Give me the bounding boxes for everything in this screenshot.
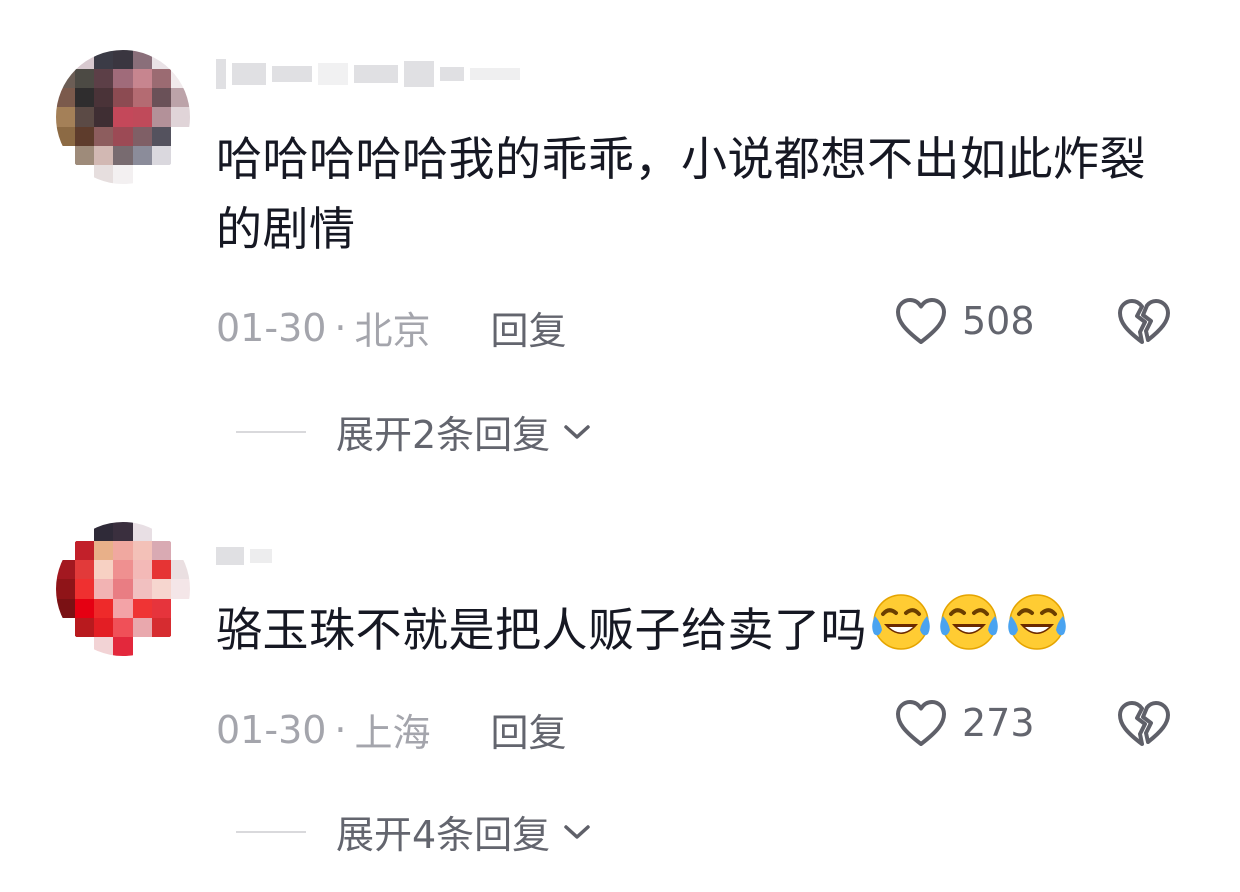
laughing-crying-emoji xyxy=(1008,594,1066,650)
broken-heart-icon xyxy=(1118,701,1170,746)
comment-meta: 01-30 · 上海 回复 xyxy=(216,702,567,757)
dislike-button[interactable] xyxy=(1116,698,1172,750)
laughing-crying-emoji xyxy=(872,594,930,650)
meta-separator: · xyxy=(334,707,347,752)
broken-heart-icon xyxy=(1118,299,1170,344)
avatar[interactable] xyxy=(56,50,190,184)
meta-separator: · xyxy=(334,305,347,350)
chevron-down-icon xyxy=(564,824,590,839)
like-button[interactable]: 508 xyxy=(894,296,1035,346)
like-count: 273 xyxy=(962,701,1035,745)
comment-meta: 01-30 · 北京 回复 xyxy=(216,300,567,355)
divider-line xyxy=(236,430,306,433)
like-count: 508 xyxy=(962,299,1035,343)
comment-location: 北京 xyxy=(354,309,431,353)
username-redacted xyxy=(216,56,596,92)
dislike-button[interactable] xyxy=(1116,296,1172,348)
comment-text-body: 骆玉珠不就是把人贩子给卖了吗 xyxy=(216,603,867,657)
avatar-mosaic xyxy=(56,522,190,656)
emoji-group xyxy=(869,592,1069,652)
like-button[interactable]: 273 xyxy=(894,698,1035,748)
comment-date: 01-30 xyxy=(216,707,327,752)
expand-replies-label: 展开4条回复 xyxy=(336,813,551,857)
avatar[interactable] xyxy=(56,522,190,656)
expand-replies-button[interactable]: 展开4条回复 xyxy=(236,804,594,859)
reply-button[interactable]: 回复 xyxy=(491,300,567,355)
comment-text: 骆玉珠不就是把人贩子给卖了吗 xyxy=(216,592,1176,665)
comment-location: 上海 xyxy=(354,711,431,755)
expand-replies-label: 展开2条回复 xyxy=(336,413,551,457)
heart-outline-icon xyxy=(896,298,946,344)
avatar-mosaic xyxy=(56,50,190,184)
divider-line xyxy=(236,830,306,833)
comment-text: 哈哈哈哈哈我的乖乖，小说都想不出如此炸裂的剧情 xyxy=(216,132,1146,256)
reply-button[interactable]: 回复 xyxy=(491,702,567,757)
username-redacted xyxy=(216,538,276,574)
chevron-down-icon xyxy=(564,424,590,439)
laughing-crying-emoji xyxy=(940,594,998,650)
expand-replies-button[interactable]: 展开2条回复 xyxy=(236,404,594,459)
comment-date: 01-30 xyxy=(216,305,327,350)
heart-outline-icon xyxy=(896,700,946,746)
